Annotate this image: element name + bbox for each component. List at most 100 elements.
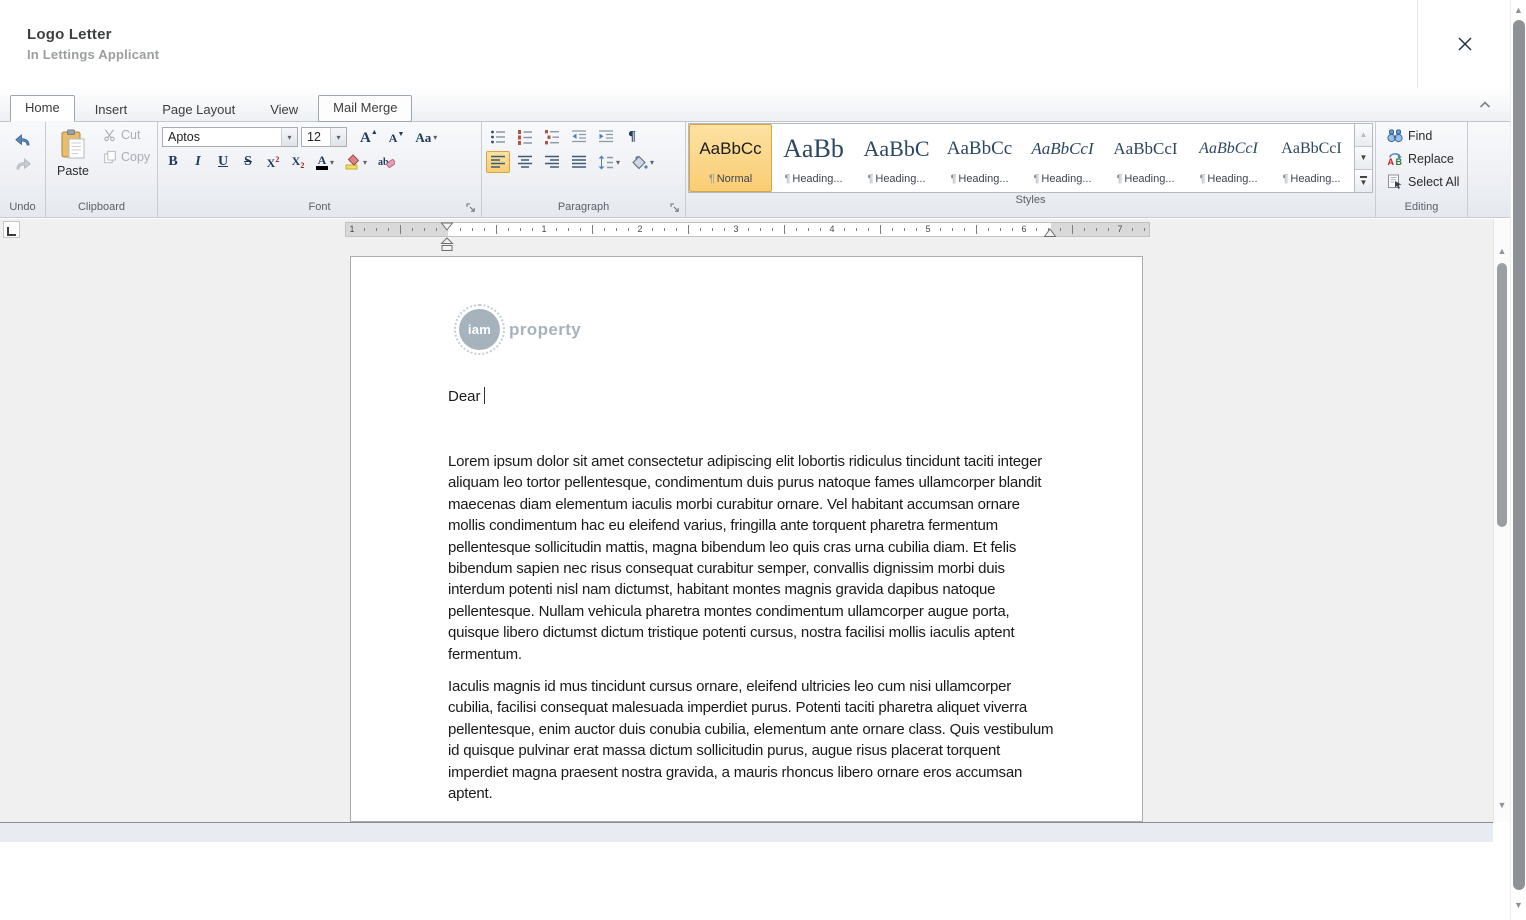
select-all-button[interactable]: Select All	[1384, 171, 1463, 192]
font-size-value: 12	[307, 130, 321, 144]
ruler-tick	[940, 228, 941, 231]
ribbon-tab-strip: Home Insert Page Layout View Mail Merge	[0, 88, 1510, 122]
style-preview-text: AaBbCcI	[1281, 140, 1342, 157]
tab-insert[interactable]: Insert	[80, 97, 143, 122]
page-scrollbar-thumb[interactable]	[1513, 20, 1525, 890]
shrink-font-button[interactable]: A▼	[385, 126, 409, 148]
align-left-button[interactable]	[486, 151, 510, 173]
style-item-heading-3[interactable]: AaBbCc ¶ Heading...	[938, 124, 1021, 192]
pilcrow-icon: ¶	[1199, 173, 1206, 185]
styles-gallery-scrollbar: ▲ ▼ ▼	[1354, 124, 1372, 192]
find-button[interactable]: Find	[1384, 125, 1463, 146]
underline-button[interactable]: U	[212, 151, 234, 173]
underline-icon: U	[217, 154, 229, 169]
styles-scroll-down-button[interactable]: ▼	[1355, 147, 1372, 170]
ruler-tick	[556, 228, 557, 231]
page-scroll-up-icon[interactable]: ▲	[1511, 6, 1526, 15]
align-center-button[interactable]	[513, 151, 537, 173]
bullet-list-button[interactable]	[486, 126, 510, 148]
page-scroll-down-icon[interactable]: ▼	[1511, 901, 1526, 910]
highlight-button[interactable]: ▾	[341, 151, 371, 173]
style-item-heading-7[interactable]: AaBbCcI ¶ Heading...	[1270, 124, 1353, 192]
ruler-tick	[964, 228, 965, 231]
bold-button[interactable]: B	[162, 151, 184, 173]
style-label: ¶ Heading...	[1116, 173, 1175, 185]
style-item-normal-0[interactable]: AaBbCc ¶ Normal	[689, 124, 772, 192]
hanging-indent-marker[interactable]	[440, 237, 454, 252]
ruler-number: 1	[349, 224, 355, 234]
replace-button[interactable]: AB Replace	[1384, 148, 1463, 169]
subscript-button[interactable]: X2	[287, 151, 309, 173]
cut-label: Cut	[120, 128, 141, 142]
style-label: ¶ Heading...	[784, 173, 843, 185]
style-item-heading-6[interactable]: AaBbCcI ¶ Heading...	[1187, 124, 1270, 192]
document-page[interactable]: iam property Dear Lorem ipsum dolor sit …	[350, 256, 1143, 822]
ruler-tick	[784, 225, 785, 234]
ruler-tick	[376, 228, 377, 231]
multilevel-list-button[interactable]	[540, 126, 564, 148]
font-size-combobox[interactable]: 12 ▾	[301, 127, 347, 147]
styles-gallery-expand-button[interactable]: ▼	[1355, 170, 1372, 192]
style-item-heading-4[interactable]: AaBbCcI ¶ Heading...	[1021, 124, 1104, 192]
decrease-indent-button[interactable]	[567, 126, 591, 148]
ribbon-filler	[1468, 122, 1510, 217]
styles-gallery-items: AaBbCc ¶ Normal AaBb ¶ Heading... AaBbC ¶ Headin…	[689, 124, 1354, 192]
font-dialog-launcher[interactable]	[466, 202, 478, 214]
grow-font-button[interactable]: A▲	[356, 126, 382, 148]
tab-page-layout[interactable]: Page Layout	[147, 97, 250, 122]
line-spacing-button[interactable]: ▾	[594, 151, 624, 173]
style-item-heading-1[interactable]: AaBb ¶ Heading...	[772, 124, 855, 192]
ruler-tick	[1060, 228, 1061, 231]
pilcrow-icon: ¶	[950, 173, 957, 185]
increase-indent-button[interactable]	[594, 126, 618, 148]
document-paragraph: Lorem ipsum dolor sit amet consectetur a…	[448, 453, 1043, 663]
tab-stop-selector[interactable]	[3, 221, 20, 238]
page-subtitle: In Lettings Applicant	[27, 47, 160, 62]
editor-scroll-down-icon[interactable]: ▼	[1494, 801, 1510, 810]
page-title: Logo Letter	[27, 26, 112, 43]
ruler-number: 4	[829, 224, 835, 234]
font-family-combobox[interactable]: Aptos ▾	[162, 127, 298, 147]
document-editor-canvas: 1 1 2 3 4 5 6 7 iam property Dear Lorem ipsum d…	[0, 219, 1493, 822]
undo-button[interactable]	[10, 128, 36, 150]
ruler-number: 7	[1117, 224, 1123, 234]
shading-button[interactable]: ▾	[627, 151, 658, 173]
italic-icon: I	[195, 154, 201, 169]
tab-home[interactable]: Home	[10, 95, 75, 122]
paragraph-dialog-launcher[interactable]	[670, 202, 682, 214]
right-indent-marker[interactable]	[1043, 228, 1057, 238]
italic-button[interactable]: I	[187, 151, 209, 173]
pilcrow-icon: ¶	[1033, 173, 1040, 185]
style-item-heading-5[interactable]: AaBbCcI ¶ Heading...	[1104, 124, 1187, 192]
close-button[interactable]	[1450, 29, 1480, 59]
strikethrough-button[interactable]: S	[237, 151, 259, 173]
show-formatting-marks-button[interactable]: ¶	[621, 126, 643, 148]
font-color-button[interactable]: A ▾	[312, 151, 338, 173]
group-label-undo: Undo	[9, 201, 36, 213]
numbered-list-button[interactable]	[513, 126, 537, 148]
editor-scroll-up-icon[interactable]: ▲	[1494, 247, 1510, 256]
justify-button[interactable]	[567, 151, 591, 173]
cut-button[interactable]: Cut	[100, 124, 143, 146]
font-size-dropdown-icon[interactable]: ▾	[330, 128, 346, 146]
clear-formatting-button[interactable]: ab	[374, 151, 399, 173]
first-line-indent-marker[interactable]	[440, 222, 454, 231]
superscript-button[interactable]: X2	[262, 151, 284, 173]
tab-view[interactable]: View	[255, 97, 313, 122]
ruler-tick	[1036, 228, 1037, 231]
style-preview-text: AaBbCcI	[1199, 140, 1258, 157]
styles-scroll-up-button[interactable]: ▲	[1355, 124, 1372, 147]
tab-mail-merge[interactable]: Mail Merge	[318, 95, 413, 122]
group-font: Aptos ▾ 12 ▾ A▲ A▼ Aa ▾ B I U S X2 X2 A …	[158, 122, 482, 217]
copy-button[interactable]: Copy	[100, 146, 153, 168]
paste-button[interactable]: Paste	[50, 124, 96, 192]
style-item-heading-2[interactable]: AaBbC ¶ Heading...	[855, 124, 938, 192]
highlight-icon	[345, 154, 361, 170]
ruler-tick	[796, 228, 797, 231]
ribbon-collapse-button[interactable]	[1476, 96, 1494, 114]
change-case-button[interactable]: Aa ▾	[411, 126, 441, 148]
font-family-dropdown-icon[interactable]: ▾	[281, 128, 297, 146]
editor-scrollbar-thumb[interactable]	[1497, 263, 1507, 527]
align-right-button[interactable]	[540, 151, 564, 173]
redo-button[interactable]	[10, 152, 36, 174]
